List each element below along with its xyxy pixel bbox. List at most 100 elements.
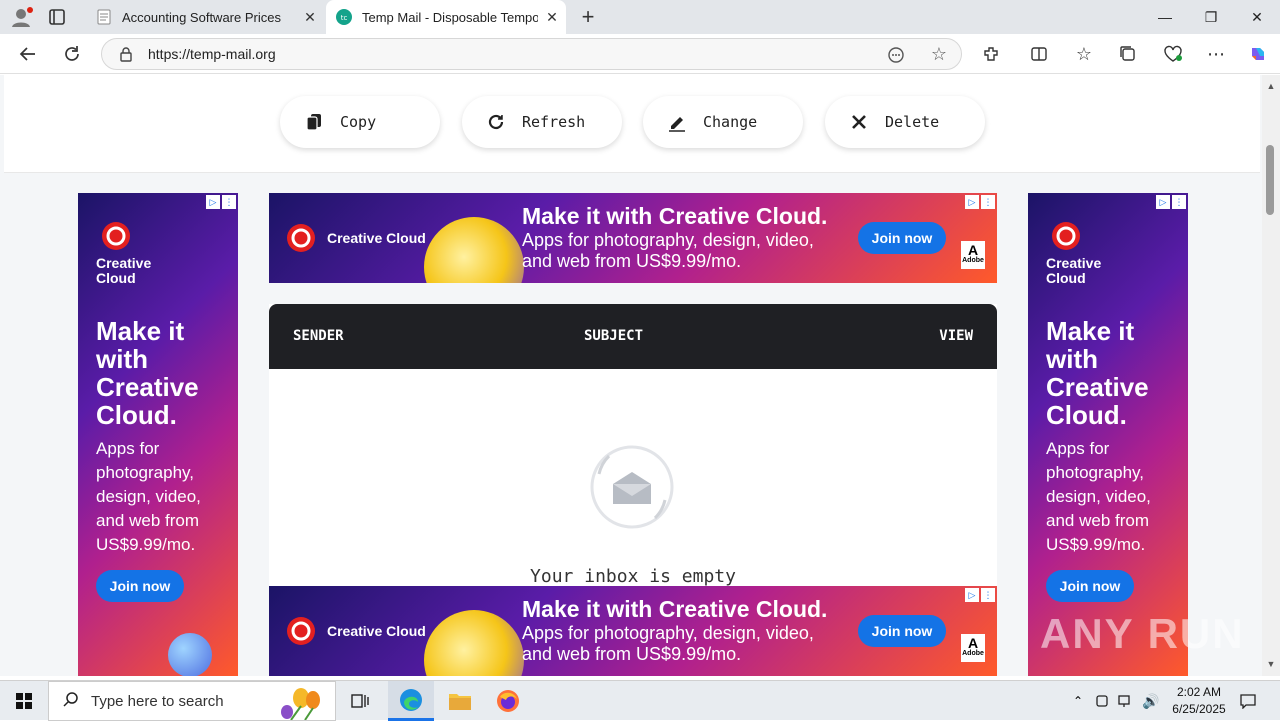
notification-icon[interactable]: [1236, 681, 1260, 721]
windows-taskbar: Type here to search ⌃ 🔊 2:02 AM 6/25/202…: [0, 680, 1280, 721]
refresh-button[interactable]: Refresh: [462, 96, 622, 148]
document-icon: [96, 9, 112, 25]
split-screen-icon[interactable]: [1023, 38, 1055, 70]
empty-inbox-icon: [589, 444, 675, 530]
ad-choices-badge[interactable]: ▷ ⋮: [206, 195, 236, 209]
lock-icon[interactable]: [118, 46, 134, 62]
adobe-label: Adobe: [962, 650, 984, 657]
firefox-icon[interactable]: [488, 681, 528, 721]
ad-brand-line1: Creative: [1046, 255, 1102, 271]
tab-bar: Accounting Software Prices ✕ tc Temp Mai…: [0, 0, 1280, 34]
planet-graphic: [168, 633, 212, 676]
adobe-a-icon: A: [967, 635, 979, 651]
change-button[interactable]: Change: [643, 96, 803, 148]
tab-accounting[interactable]: Accounting Software Prices ✕: [86, 0, 324, 34]
join-now-button[interactable]: Join now: [1046, 570, 1134, 602]
delete-x-icon: [849, 112, 869, 132]
ad-choices-badge[interactable]: ▷ ⋮: [965, 195, 995, 209]
favorite-star-icon[interactable]: ☆: [931, 44, 947, 65]
scroll-thumb[interactable]: [1266, 145, 1274, 215]
ad-close-icon[interactable]: ⋮: [1172, 195, 1186, 209]
close-icon[interactable]: ✕: [538, 9, 566, 26]
ad-choices-badge[interactable]: ▷ ⋮: [1156, 195, 1186, 209]
ad-body: Apps for photography, design, video, and…: [1046, 439, 1151, 554]
scroll-up-icon[interactable]: ▲: [1265, 81, 1277, 91]
ad-body: Apps for photography, design, video, and…: [522, 623, 814, 664]
collections-icon[interactable]: [1112, 38, 1144, 70]
copy-button[interactable]: Copy: [280, 96, 440, 148]
ad-body: Apps for photography, design, video, and…: [96, 439, 201, 554]
start-windows-icon[interactable]: [0, 681, 48, 721]
url-field[interactable]: https://temp-mail.org ☆: [101, 38, 962, 70]
ad-brand-line2: Cloud: [96, 270, 136, 286]
volume-icon[interactable]: 🔊: [1140, 681, 1162, 721]
bottom-banner-ad[interactable]: ▷ ⋮ Creative Cloud Make it with Creative …: [269, 586, 997, 676]
ad-headline: Make it with Creative Cloud.: [522, 203, 828, 229]
ad-choices-icon[interactable]: ▷: [965, 195, 979, 209]
new-tab-icon[interactable]: +: [576, 5, 600, 29]
planet-graphic: [424, 217, 524, 283]
network-icon[interactable]: [1115, 681, 1137, 721]
adobe-logo: A Adobe: [961, 634, 985, 662]
tab-title: Temp Mail - Disposable Temporar: [362, 9, 538, 25]
change-label: Change: [703, 113, 758, 131]
ad-close-icon[interactable]: ⋮: [981, 195, 995, 209]
join-now-button[interactable]: Join now: [858, 615, 946, 647]
favorites-icon[interactable]: ☆: [1068, 38, 1100, 70]
browser-essentials-icon[interactable]: [1157, 38, 1189, 70]
ad-close-icon[interactable]: ⋮: [222, 195, 236, 209]
clock-date: 6/25/2025: [1172, 702, 1226, 716]
ad-choices-icon[interactable]: ▷: [1156, 195, 1170, 209]
join-now-button[interactable]: Join now: [96, 570, 184, 602]
ad-choices-badge[interactable]: ▷ ⋮: [965, 588, 995, 602]
ad-headline: Make it with Creative Cloud.: [96, 316, 199, 430]
copy-icon: [304, 112, 324, 132]
task-view-icon[interactable]: [340, 681, 380, 721]
cc-brand: Creative Cloud: [281, 223, 426, 253]
extensions-icon[interactable]: [975, 38, 1007, 70]
ad-body: Apps for photography, design, video, and…: [522, 230, 814, 271]
inbox-header: SENDER SUBJECT VIEW: [269, 304, 997, 369]
svg-text:tc: tc: [341, 14, 348, 22]
tray-chevron-icon[interactable]: ⌃: [1068, 681, 1088, 721]
join-now-button[interactable]: Join now: [858, 222, 946, 254]
copy-label: Copy: [340, 113, 377, 131]
tab-actions-icon[interactable]: [48, 8, 70, 26]
cc-brand: Creative Cloud: [281, 616, 426, 646]
adobe-a-icon: A: [967, 242, 979, 258]
file-explorer-icon[interactable]: [440, 681, 480, 721]
tray-app-icon[interactable]: [1092, 681, 1112, 721]
scroll-down-icon[interactable]: ▼: [1265, 659, 1277, 669]
ad-choices-icon[interactable]: ▷: [206, 195, 220, 209]
edge-taskbar-icon[interactable]: [388, 681, 434, 721]
ad-brand: Creative Cloud: [327, 623, 426, 639]
copilot-icon[interactable]: [1242, 38, 1274, 70]
sender-column-header: SENDER: [293, 328, 344, 344]
taskbar-clock[interactable]: 2:02 AM 6/25/2025: [1160, 684, 1238, 718]
address-bar-row: https://temp-mail.org ☆ ☆ ⋯: [0, 34, 1280, 74]
back-icon[interactable]: [12, 38, 44, 70]
top-banner-ad[interactable]: ▷ ⋮ Creative Cloud Make it with Creative …: [269, 193, 997, 283]
delete-button[interactable]: Delete: [825, 96, 985, 148]
page-scrollbar[interactable]: ▲ ▼: [1262, 75, 1280, 676]
taskbar-search-input[interactable]: Type here to search: [48, 681, 336, 721]
reload-icon[interactable]: [56, 38, 88, 70]
close-icon[interactable]: ✕: [296, 9, 324, 26]
window-close-icon[interactable]: ✕: [1234, 0, 1280, 34]
ad-close-icon[interactable]: ⋮: [981, 588, 995, 602]
ad-brand-line2: Cloud: [1046, 270, 1086, 286]
minimize-icon[interactable]: —: [1142, 0, 1188, 34]
profile-icon[interactable]: [8, 6, 34, 28]
edit-pen-icon: [667, 112, 687, 132]
tab-temp-mail[interactable]: tc Temp Mail - Disposable Temporar ✕: [326, 0, 566, 34]
ad-brand-line1: Creative: [96, 255, 152, 271]
tulip-decoration-icon: [261, 684, 325, 724]
more-menu-icon[interactable]: ⋯: [1200, 38, 1232, 70]
right-skyscraper-ad[interactable]: ▷ ⋮ Creative Cloud Make it with Creative …: [1028, 193, 1188, 676]
left-skyscraper-ad[interactable]: ▷ ⋮ Creative Cloud Make it with Creative …: [78, 193, 238, 676]
adobe-label: Adobe: [962, 257, 984, 264]
ad-choices-icon[interactable]: ▷: [965, 588, 979, 602]
ad-headline: Make it with Creative Cloud.: [522, 596, 828, 622]
restore-icon[interactable]: ❐: [1188, 0, 1234, 34]
reading-mode-icon[interactable]: [887, 46, 905, 64]
